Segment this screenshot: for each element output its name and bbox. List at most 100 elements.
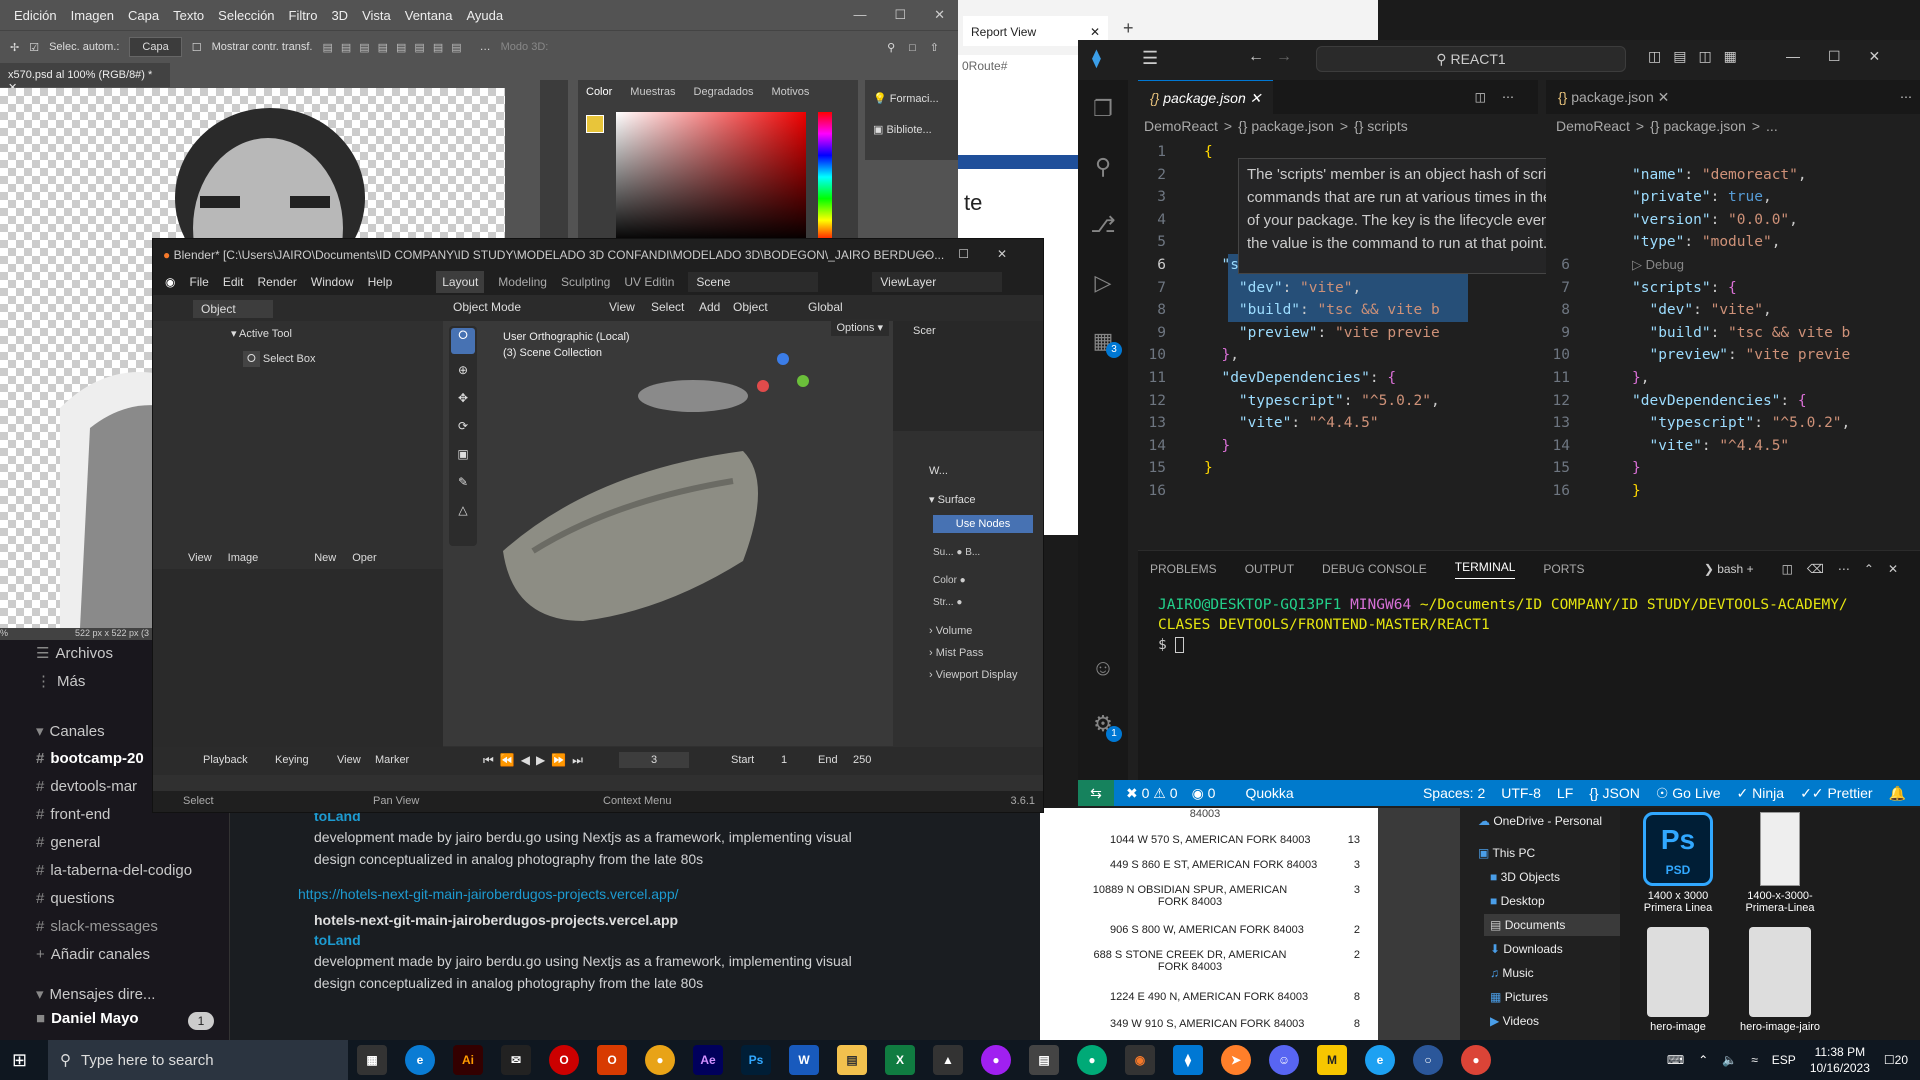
- scene-selector[interactable]: Scene: [688, 272, 819, 292]
- open-image-button[interactable]: Oper: [352, 552, 376, 564]
- unfurl-title[interactable]: toLand: [314, 932, 894, 948]
- explorer-icon[interactable]: ❐: [1078, 80, 1128, 138]
- explorer-item-videos[interactable]: ▶ Videos: [1490, 1014, 1539, 1028]
- remote-icon[interactable]: ⇆: [1078, 780, 1114, 806]
- tab-problems[interactable]: PROBLEMS: [1150, 562, 1217, 576]
- discord-icon[interactable]: ☺: [1269, 1045, 1299, 1075]
- foreground-color-swatch[interactable]: [586, 115, 604, 133]
- close-icon[interactable]: ✕: [1090, 25, 1100, 39]
- playback-menu[interactable]: Playback: [203, 754, 248, 766]
- layer-select[interactable]: Capa: [129, 37, 182, 57]
- edge-dev-icon[interactable]: e: [1365, 1045, 1395, 1075]
- inkscape-icon[interactable]: ▲: [933, 1045, 963, 1075]
- dm-item[interactable]: ■ Daniel Mayo: [36, 1010, 139, 1034]
- desktop-file[interactable]: Ps PSD 1400 x 3000 Primera Linea: [1628, 808, 1728, 914]
- annotate-tool-icon[interactable]: ✎: [449, 468, 477, 496]
- desktop-file[interactable]: hero-image-jairo: [1730, 923, 1830, 1033]
- tab-sculpting[interactable]: Sculpting: [561, 275, 610, 289]
- tab-uv-editing[interactable]: UV Editin: [624, 275, 674, 289]
- calculator-icon[interactable]: ▦: [357, 1045, 387, 1075]
- viewport-menu-object[interactable]: Object: [733, 300, 768, 314]
- notifications-icon[interactable]: ☐20: [1884, 1053, 1908, 1067]
- blender-logo-icon[interactable]: ◉: [165, 275, 175, 289]
- formacion-item[interactable]: 💡 Formaci...: [865, 80, 965, 117]
- viewport-menu-add[interactable]: Add: [699, 300, 720, 314]
- eol-status[interactable]: LF: [1557, 785, 1573, 801]
- bibliotecas-item[interactable]: ▣ Bibliote...: [865, 117, 965, 142]
- breadcrumb-item[interactable]: {} scripts: [1354, 118, 1408, 134]
- ps-menu-texto[interactable]: Texto: [173, 8, 204, 23]
- volume-icon[interactable]: 🔈: [1722, 1053, 1737, 1067]
- hue-slider[interactable]: [818, 112, 832, 242]
- mode-selector[interactable]: Object Mode: [453, 300, 553, 314]
- editor-actions[interactable]: ◫⋯: [1475, 90, 1538, 104]
- select-box-tool[interactable]: ⭘ Select Box: [243, 351, 315, 367]
- account-icon[interactable]: ☺: [1078, 640, 1128, 696]
- sidebar-item-channel[interactable]: # questions: [36, 890, 115, 914]
- new-image-button[interactable]: New: [314, 552, 336, 564]
- opera-icon[interactable]: O: [549, 1045, 579, 1075]
- tab-modeling[interactable]: Modeling: [498, 275, 547, 289]
- wifi-icon[interactable]: ≈: [1751, 1053, 1758, 1067]
- maximize-icon[interactable]: ☐: [894, 7, 906, 23]
- move-tool-icon[interactable]: ✥: [449, 384, 477, 412]
- sidebar-item-archivos[interactable]: ☰ Archivos: [36, 644, 113, 668]
- orientation-selector[interactable]: Global: [808, 300, 843, 314]
- source-control-icon[interactable]: ⎇: [1078, 196, 1128, 254]
- sidebar-item-mas[interactable]: ⋮ Más: [36, 672, 85, 696]
- surface-shader[interactable]: Su... ● B...: [933, 547, 980, 558]
- blender-window-controls[interactable]: —☐✕: [918, 247, 1035, 261]
- file-explorer-icon[interactable]: ▤: [837, 1045, 867, 1075]
- new-tab-icon[interactable]: +: [1123, 18, 1134, 39]
- sidebar-item-channel[interactable]: # bootcamp-20: [36, 750, 144, 774]
- network-app-icon[interactable]: ▤: [1029, 1045, 1059, 1075]
- ps-menu-imagen[interactable]: Imagen: [71, 8, 114, 23]
- breadcrumb-item[interactable]: DemoReact: [1556, 118, 1630, 134]
- menu-render[interactable]: Render: [258, 275, 297, 289]
- use-nodes-button[interactable]: Use Nodes: [933, 515, 1033, 533]
- move-tool-icon[interactable]: ✢: [10, 41, 19, 54]
- chrome-alt-icon[interactable]: ●: [1461, 1045, 1491, 1075]
- language-indicator[interactable]: ESP: [1772, 1053, 1796, 1067]
- active-tool-header[interactable]: ▾ Active Tool: [231, 327, 292, 340]
- image-menu-view[interactable]: View: [188, 552, 212, 564]
- ps-menu-capa[interactable]: Capa: [128, 8, 159, 23]
- marker-menu[interactable]: Marker: [375, 754, 409, 766]
- viewport-display-panel[interactable]: › Viewport Display: [929, 669, 1017, 681]
- search-icon[interactable]: ⚲□⇧: [887, 41, 965, 54]
- terminal-prompt[interactable]: $: [1158, 635, 1900, 655]
- desktop-file[interactable]: 1400-x-3000-Primera-Linea: [1730, 808, 1830, 914]
- viewport-menu-select[interactable]: Select: [651, 300, 684, 314]
- sidebar-item-channel[interactable]: # devtools-mar: [36, 778, 137, 802]
- breadcrumb-item[interactable]: DemoReact: [1144, 118, 1218, 134]
- encoding-status[interactable]: UTF-8: [1501, 785, 1541, 801]
- explorer-item-downloads[interactable]: ⬇ Downloads: [1490, 942, 1563, 956]
- close-icon[interactable]: ✕: [1250, 90, 1262, 106]
- explorer-item-desktop[interactable]: ■ Desktop: [1490, 894, 1545, 908]
- taskbar-search[interactable]: ⚲ Type here to search: [48, 1040, 348, 1080]
- align-icons[interactable]: ▤▤▤▤▤▤▤▤: [322, 41, 469, 54]
- menu-file[interactable]: File: [189, 275, 208, 289]
- teams-icon[interactable]: ○: [1413, 1045, 1443, 1075]
- vscode-icon[interactable]: ⧫: [1173, 1045, 1203, 1075]
- chevron-up-icon[interactable]: ⌃: [1698, 1053, 1708, 1067]
- settings-gear-icon[interactable]: ⚙ 1: [1078, 696, 1128, 752]
- rotate-tool-icon[interactable]: ⟳: [449, 412, 477, 440]
- image-menu-image[interactable]: Image: [228, 552, 259, 564]
- scale-tool-icon[interactable]: ▣: [449, 440, 477, 468]
- explorer-item-thispc[interactable]: ▣ This PC: [1478, 846, 1535, 860]
- ps-menu-seleccion[interactable]: Selección: [218, 8, 274, 23]
- keying-menu[interactable]: Keying: [275, 754, 309, 766]
- excel-icon[interactable]: X: [885, 1045, 915, 1075]
- tab-ports[interactable]: PORTS: [1543, 562, 1584, 576]
- breadcrumb-item[interactable]: {} package.json: [1238, 118, 1334, 134]
- start-frame-field[interactable]: 1: [781, 754, 787, 766]
- app-icon[interactable]: ●: [981, 1045, 1011, 1075]
- breadcrumb-item[interactable]: ...: [1766, 118, 1778, 134]
- world-selector[interactable]: W...: [929, 465, 948, 477]
- end-frame-field[interactable]: 250: [853, 754, 871, 766]
- chrome-icon[interactable]: ●: [645, 1045, 675, 1075]
- menu-icon[interactable]: ☰: [1142, 48, 1158, 69]
- panel-actions[interactable]: ◫⌫⋯⌃✕: [1782, 562, 1920, 576]
- mist-panel[interactable]: › Mist Pass: [929, 647, 983, 659]
